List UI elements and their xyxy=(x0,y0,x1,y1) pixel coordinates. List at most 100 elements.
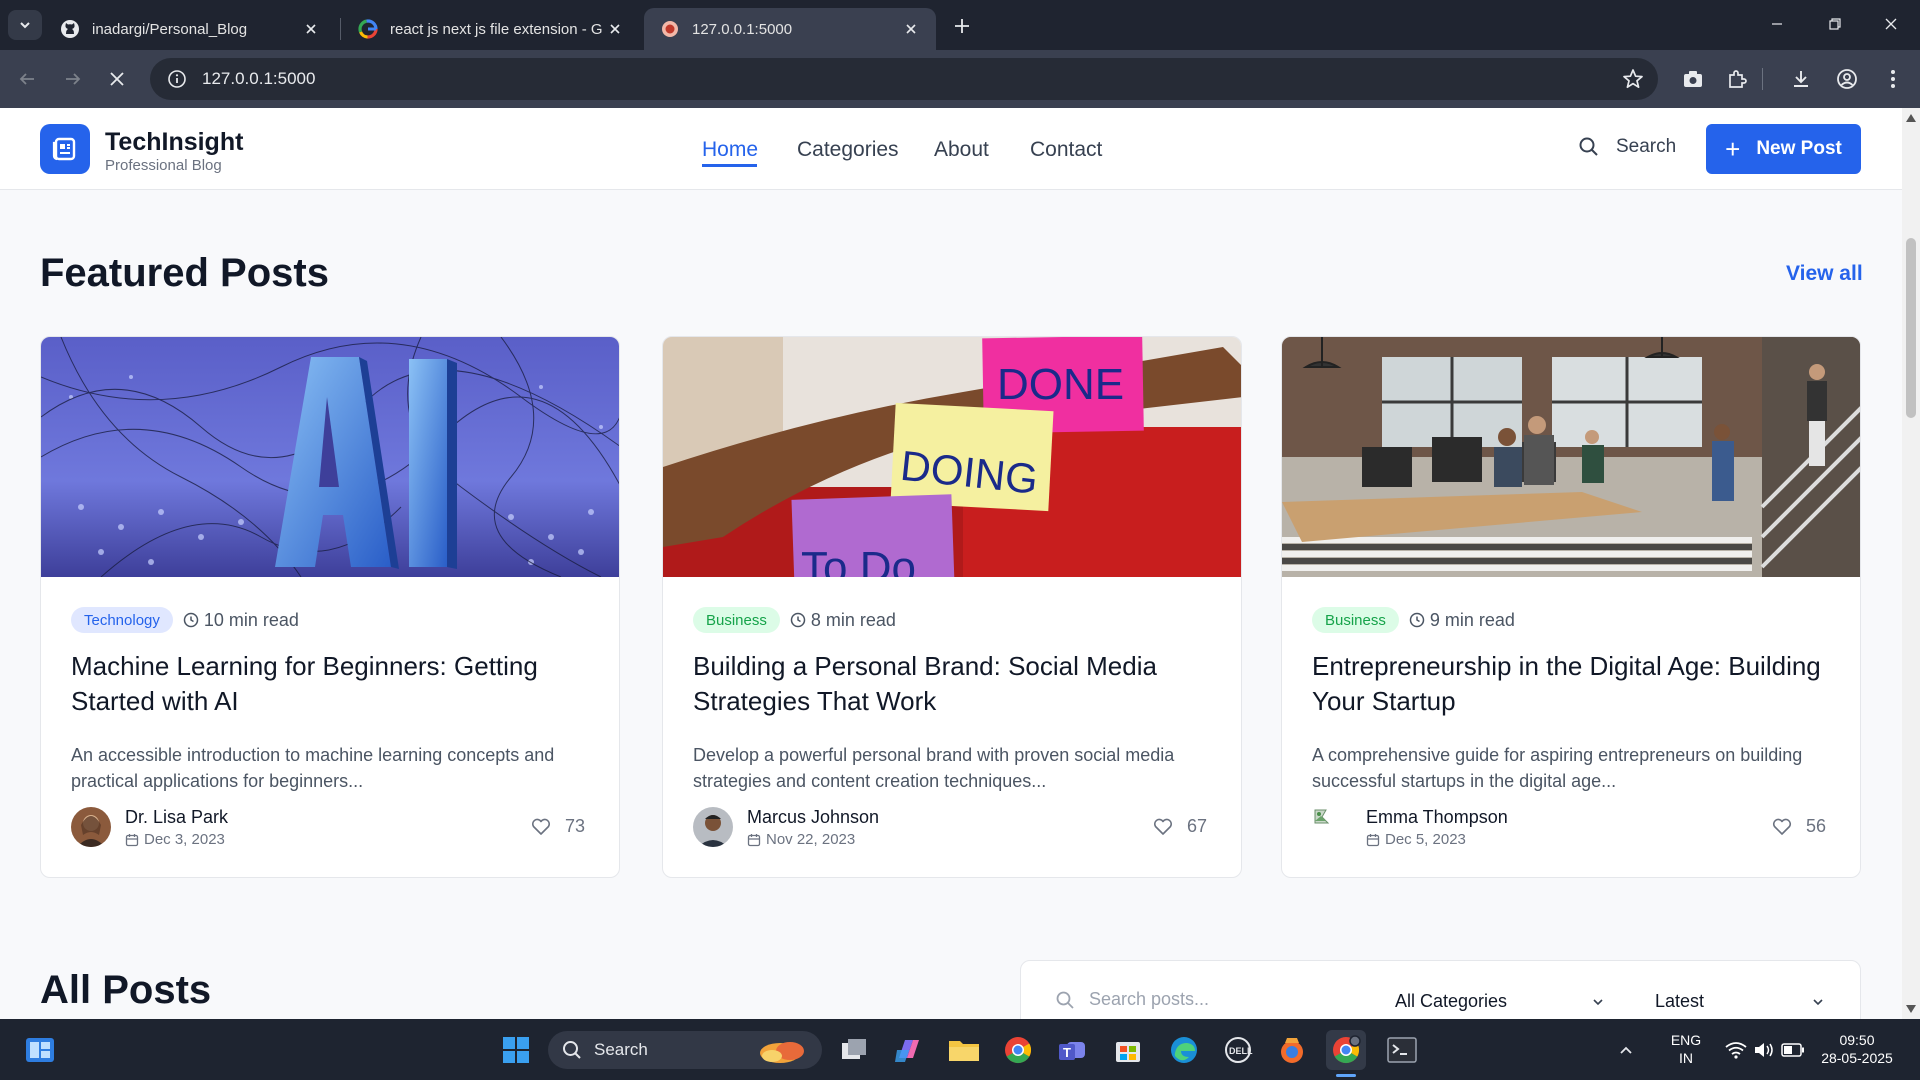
author-name: Dr. Lisa Park xyxy=(125,807,229,827)
chevron-up-icon[interactable] xyxy=(1612,1030,1640,1070)
tab-search-button[interactable] xyxy=(8,10,42,40)
featured-section-title: Featured Posts xyxy=(40,251,329,295)
post-meta: Technology 10 min read xyxy=(71,607,299,633)
downloads-button[interactable] xyxy=(1784,62,1818,96)
taskbar-search[interactable]: Search xyxy=(548,1031,822,1069)
close-tab-icon[interactable] xyxy=(900,18,922,40)
language-indicator[interactable]: ENG IN xyxy=(1666,1031,1706,1067)
post-date-text: Dec 3, 2023 xyxy=(144,831,225,848)
search-icon xyxy=(1579,137,1598,156)
region-code: IN xyxy=(1679,1050,1693,1066)
chrome-active-icon[interactable] xyxy=(1326,1030,1366,1070)
back-button[interactable] xyxy=(10,62,44,96)
clock-icon xyxy=(1409,612,1425,628)
screenshot-button[interactable] xyxy=(1676,62,1710,96)
browser-tab-github[interactable]: inadargi/Personal_Blog xyxy=(44,8,336,50)
scroll-thumb[interactable] xyxy=(1906,238,1916,418)
category-badge[interactable]: Technology xyxy=(71,607,173,633)
plus-icon: + xyxy=(1725,134,1741,164)
browser-tab-google[interactable]: react js next js file extension - G xyxy=(342,8,640,50)
category-select[interactable]: All Categories xyxy=(1395,991,1605,1012)
file-explorer-icon[interactable] xyxy=(944,1030,984,1070)
heart-icon xyxy=(1772,818,1791,835)
new-post-button[interactable]: + New Post xyxy=(1706,124,1861,174)
post-title[interactable]: Machine Learning for Beginners: Getting … xyxy=(71,649,591,719)
site-info-icon[interactable] xyxy=(160,69,194,89)
extensions-button[interactable] xyxy=(1720,62,1754,96)
category-badge[interactable]: Business xyxy=(693,607,780,633)
read-time-text: 9 min read xyxy=(1429,609,1515,630)
profile-button[interactable] xyxy=(1830,62,1864,96)
google-icon xyxy=(358,19,378,39)
active-app-indicator xyxy=(1336,1074,1356,1077)
sort-select-value: Latest xyxy=(1655,991,1705,1011)
like-button[interactable]: 56 xyxy=(1772,816,1826,837)
stop-loading-button[interactable] xyxy=(100,62,134,96)
chrome-icon[interactable] xyxy=(998,1030,1038,1070)
page-scrollbar[interactable] xyxy=(1902,108,1920,1019)
header-search-button[interactable]: Search xyxy=(1578,136,1676,158)
close-tab-icon[interactable] xyxy=(300,18,322,40)
address-bar[interactable]: 127.0.0.1:5000 xyxy=(150,58,1658,100)
forward-button[interactable] xyxy=(56,62,90,96)
category-badge[interactable]: Business xyxy=(1312,607,1399,633)
nav-contact[interactable]: Contact xyxy=(1030,138,1102,162)
brand-tagline: Professional Blog xyxy=(105,157,222,174)
terminal-icon[interactable] xyxy=(1382,1030,1422,1070)
like-button[interactable]: 73 xyxy=(531,816,585,837)
nav-about[interactable]: About xyxy=(934,138,989,162)
clock[interactable]: 09:50 28-05-2025 xyxy=(1812,1031,1902,1067)
search-highlight-icon xyxy=(760,1042,804,1063)
task-view-icon[interactable] xyxy=(834,1030,874,1070)
svg-text:T: T xyxy=(1063,1045,1071,1060)
brand-name[interactable]: TechInsight xyxy=(105,128,243,157)
browser-tab-localhost[interactable]: 127.0.0.1:5000 xyxy=(644,8,936,50)
calendar-icon xyxy=(125,833,139,846)
nav-categories[interactable]: Categories xyxy=(797,138,899,162)
like-count: 67 xyxy=(1186,816,1207,836)
restore-button[interactable] xyxy=(1806,0,1864,48)
bookmark-star-icon[interactable] xyxy=(1622,68,1644,95)
close-icon xyxy=(1885,18,1897,30)
scroll-down-arrow-icon[interactable] xyxy=(1906,1005,1916,1013)
like-button[interactable]: 67 xyxy=(1153,816,1207,837)
dell-icon[interactable]: DELL xyxy=(1218,1030,1258,1070)
system-tray-status[interactable] xyxy=(1720,1030,1810,1070)
sort-select[interactable]: Latest xyxy=(1655,991,1825,1012)
windows-start-icon[interactable] xyxy=(496,1030,536,1070)
featured-post-card[interactable]: Business 9 min read Entrepreneurship in … xyxy=(1281,336,1861,878)
copilot-icon[interactable] xyxy=(888,1030,928,1070)
minimize-icon xyxy=(1772,23,1782,25)
post-cover-image xyxy=(1282,337,1860,577)
browser-menu-button[interactable] xyxy=(1876,62,1910,96)
featured-post-card[interactable]: Technology 10 min read Machine Learning … xyxy=(40,336,620,878)
view-all-link[interactable]: View all xyxy=(1786,262,1863,286)
newspaper-icon xyxy=(52,137,76,161)
scroll-up-arrow-icon[interactable] xyxy=(1906,114,1916,122)
post-date: Dec 5, 2023 xyxy=(1366,831,1466,848)
search-icon xyxy=(1056,991,1074,1009)
posts-search-input[interactable]: Search posts... xyxy=(1055,989,1209,1010)
sticky-note-done: DONE xyxy=(997,360,1124,409)
close-window-button[interactable] xyxy=(1862,0,1920,48)
app-launcher-icon[interactable] xyxy=(1272,1030,1312,1070)
minimize-button[interactable] xyxy=(1748,0,1806,48)
clock-icon xyxy=(183,612,199,628)
post-title[interactable]: Building a Personal Brand: Social Media … xyxy=(693,649,1213,719)
new-tab-button[interactable] xyxy=(948,12,976,40)
teams-icon[interactable]: T xyxy=(1052,1030,1092,1070)
page-viewport: TechInsight Professional Blog Home Categ… xyxy=(0,108,1902,1019)
close-tab-icon[interactable] xyxy=(604,18,626,40)
site-logo[interactable] xyxy=(40,124,90,174)
microsoft-store-icon[interactable] xyxy=(1108,1030,1148,1070)
back-arrow-icon xyxy=(19,73,34,85)
featured-post-card[interactable]: DONE DOING To Do Business 8 min read Bui… xyxy=(662,336,1242,878)
svg-text:DELL: DELL xyxy=(1229,1046,1253,1056)
read-time: 8 min read xyxy=(790,610,896,631)
edge-icon[interactable] xyxy=(1164,1030,1204,1070)
more-vert-icon xyxy=(1891,70,1895,88)
search-label: Search xyxy=(1616,136,1677,157)
nav-home[interactable]: Home xyxy=(702,138,758,162)
post-title[interactable]: Entrepreneurship in the Digital Age: Bui… xyxy=(1312,649,1832,719)
widgets-icon[interactable] xyxy=(20,1030,60,1070)
